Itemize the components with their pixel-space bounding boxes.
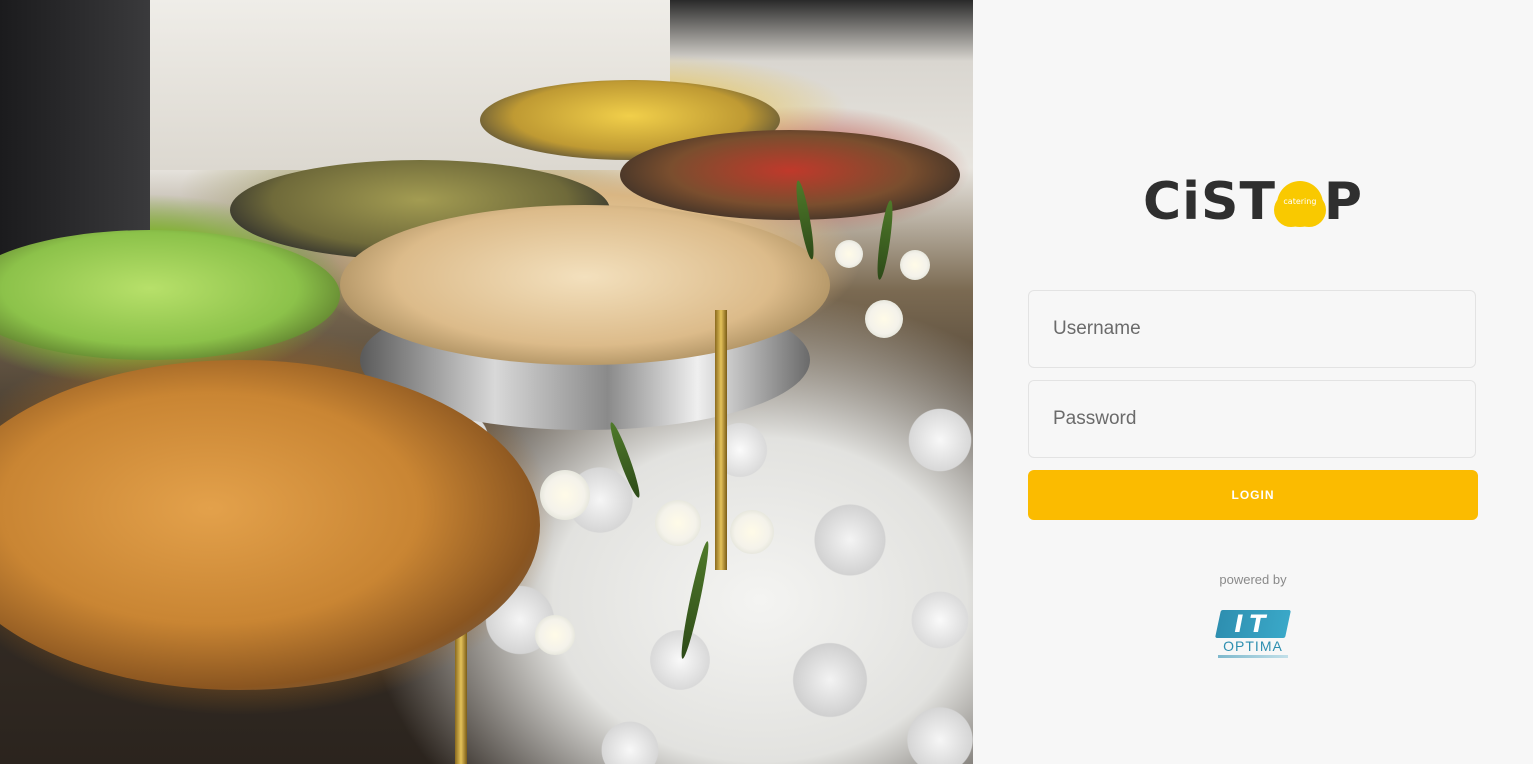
white-flower — [900, 250, 930, 280]
chafing-dish — [0, 230, 340, 360]
cistop-logo: CiST catering P — [1143, 173, 1365, 231]
logo-tagline-bar — [1218, 655, 1288, 658]
it-optima-logo: IT OPTIMA — [1215, 610, 1291, 662]
white-flower — [655, 500, 701, 546]
login-panel: CiST catering P LOGIN powered by IT OPTI… — [973, 0, 1533, 764]
logo-text-end: P — [1323, 172, 1364, 232]
cloud-label: catering — [1283, 197, 1317, 206]
it-mark: IT — [1215, 610, 1291, 638]
logo-text-start: CiST — [1143, 172, 1276, 232]
white-flower — [540, 470, 590, 520]
cloud-icon: catering — [1276, 181, 1323, 227]
white-flower — [535, 615, 575, 655]
white-flower — [730, 510, 774, 554]
chafing-dish — [620, 130, 960, 220]
optima-text: OPTIMA — [1223, 638, 1283, 654]
photo-shadow — [0, 0, 150, 260]
username-input[interactable] — [1028, 290, 1476, 368]
chafing-dish — [340, 205, 830, 365]
password-input[interactable] — [1028, 380, 1476, 458]
white-flower — [835, 240, 863, 268]
hero-photo — [0, 0, 973, 764]
login-button[interactable]: LOGIN — [1028, 470, 1478, 520]
dish-stand — [715, 310, 727, 570]
white-flower — [865, 300, 903, 338]
it-mark-text: IT — [1234, 610, 1272, 638]
powered-by-label: powered by — [1219, 572, 1287, 587]
